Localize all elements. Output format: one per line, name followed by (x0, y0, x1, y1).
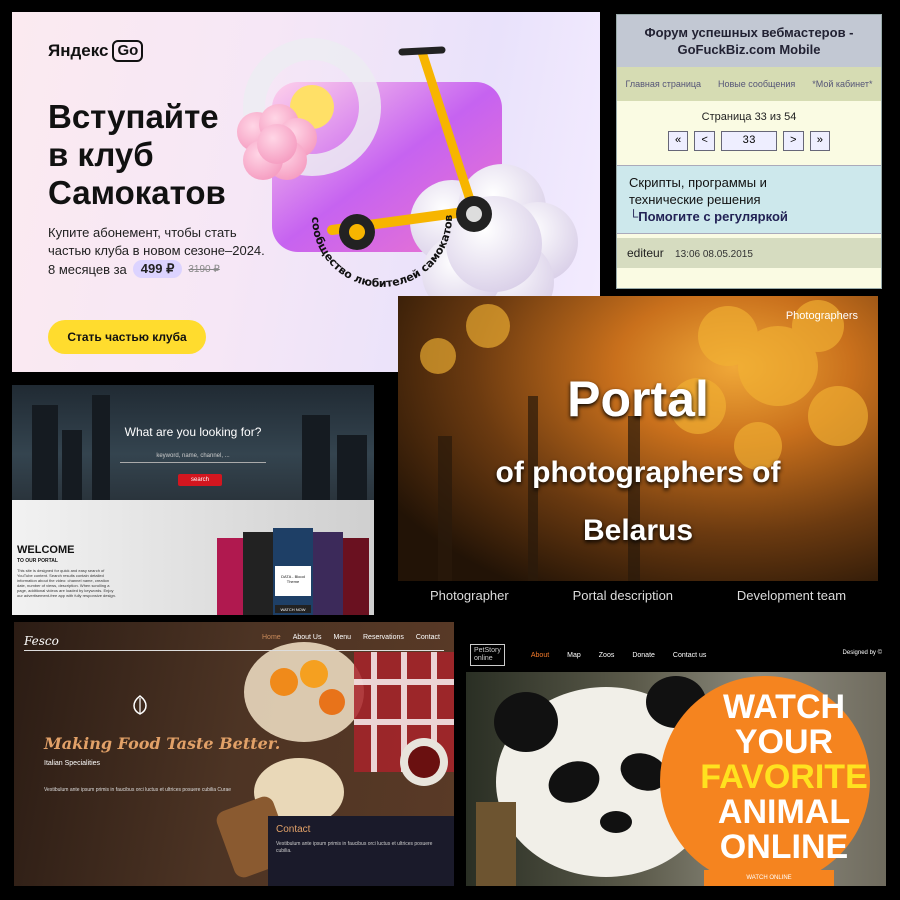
petstory-header: PetStory online About Map Zoos Donate Co… (466, 638, 886, 672)
fesco-nav: Home About Us Menu Reservations Contact (262, 634, 440, 641)
headline-line: ONLINE (719, 828, 849, 866)
video-cards (217, 528, 369, 615)
forum-title-site: GoFuckBiz.com Mobile (677, 42, 821, 57)
wheat-leaf-icon (133, 695, 147, 715)
fesco-logo[interactable]: Fesco (24, 634, 59, 648)
nav-contact-us[interactable]: Contact us (673, 652, 706, 659)
post-header: editeur 13:06 08.05.2015 (617, 238, 881, 268)
nav-home[interactable]: Home (262, 634, 281, 641)
post-author[interactable]: editeur (627, 246, 664, 260)
video-card (313, 532, 343, 615)
nav-development-team[interactable]: Development team (737, 588, 846, 603)
nav-donate[interactable]: Donate (632, 652, 655, 659)
portal-subtitle: of photographers of (495, 456, 781, 489)
photographers-portal: Photographers Portal of photographers of… (398, 296, 878, 612)
join-club-button[interactable]: Стать частью клуба (48, 320, 206, 354)
watch-online-button[interactable]: WATCH ONLINE (704, 870, 834, 886)
pagination: « < 33 > » (617, 131, 881, 151)
portal-title: Portal (567, 371, 709, 427)
nav-my-account-link[interactable]: *Мой кабинет* (812, 79, 872, 89)
petstory-logo[interactable]: PetStory online (470, 644, 505, 666)
forum-topic: Скрипты, программы и технические решения… (617, 165, 881, 234)
nav-zoos[interactable]: Zoos (599, 652, 615, 659)
headline-line: YOUR (734, 723, 834, 761)
fesco-restaurant: Fesco Home About Us Menu Reservations Co… (14, 622, 454, 886)
video-card (243, 532, 273, 615)
contact-box: Contact Vestibulum ante ipsum primis in … (268, 816, 454, 886)
fesco-headline: Making Food Taste Better. (44, 734, 281, 753)
topic-category-cont: технические решения (629, 192, 761, 207)
portal-nav: Photographer Portal description Developm… (398, 588, 878, 603)
photographers-tag[interactable]: Photographers (786, 310, 858, 322)
logo-line: online (474, 655, 493, 662)
nav-reservations[interactable]: Reservations (363, 634, 404, 641)
forum-header: Форум успешных вебмастеров - GoFuckBiz.c… (617, 15, 881, 67)
video-card (217, 538, 243, 615)
search-input[interactable]: keyword, name, channel, ... (120, 449, 266, 463)
topic-link[interactable]: └Помогите с регуляркой (629, 208, 869, 225)
forum-nav: Главная страница Новые сообщения *Мой ка… (617, 67, 881, 101)
yandex-logo-text: Яндекс (48, 41, 109, 60)
nav-new-posts-link[interactable]: Новые сообщения (718, 79, 795, 89)
price-badge: 499 ₽ (132, 260, 183, 278)
prev-page-button[interactable]: < (694, 131, 715, 151)
topic-link-text[interactable]: Помогите с регуляркой (638, 209, 788, 224)
logo-line: PetStory (474, 647, 501, 654)
last-page-button[interactable]: » (809, 131, 831, 151)
nav-map[interactable]: Map (567, 652, 581, 659)
welcome-subtitle: TO OUR PORTAL (17, 558, 58, 564)
video-card (343, 538, 369, 615)
nav-contact[interactable]: Contact (416, 634, 440, 641)
fesco-body: Vestibulum ante ipsum primis in faucibus… (44, 787, 232, 793)
video-card-caption: DATA - Blood Theme (281, 574, 305, 584)
topic-category: Скрипты, программы и (629, 175, 767, 190)
contact-title: Contact (276, 824, 311, 835)
welcome-heading: WELCOME TO OUR PORTAL (17, 545, 74, 567)
headline-line: ANIMAL (717, 793, 851, 831)
fesco-subhead: Italian Specialities (44, 760, 101, 767)
price-prefix: 8 месяцев за (48, 261, 127, 277)
nav-about[interactable]: About (531, 652, 549, 659)
headline-line: WATCH (722, 688, 846, 726)
search-question: What are you looking for? (124, 425, 262, 439)
search-button[interactable]: search (178, 474, 222, 486)
watch-headline: WATCH YOUR FAVORITE ANIMAL ONLINE (694, 690, 874, 865)
designed-by[interactable]: Designed by © (843, 650, 882, 656)
yandex-go-logo[interactable]: Яндекс Go (48, 40, 144, 62)
page-info: Страница 33 из 54 (701, 111, 797, 123)
contact-body: Vestibulum ante ipsum primis in faucibus… (276, 841, 433, 854)
petstory-online: PetStory online About Map Zoos Donate Co… (466, 638, 886, 886)
header-divider (24, 650, 444, 651)
welcome-section: WELCOME TO OUR PORTAL This site is desig… (12, 500, 374, 615)
welcome-title: WELCOME (17, 544, 75, 556)
price-row: 8 месяцев за 499 ₽ 3190 ₽ (48, 260, 220, 278)
watch-now-button[interactable]: WATCH NOW (275, 607, 311, 612)
forum-title: Форум успешных вебмастеров - (644, 25, 854, 40)
go-logo-box: Go (112, 40, 144, 62)
nav-about-us[interactable]: About Us (293, 634, 322, 641)
forum-mobile-screen: Форум успешных вебмастеров - GoFuckBiz.c… (616, 14, 882, 289)
post-time: 13:06 08.05.2015 (675, 249, 753, 260)
portal-country: Belarus (582, 514, 694, 547)
nav-photographer[interactable]: Photographer (430, 588, 509, 603)
welcome-description: This site is designed for quick and easy… (17, 568, 116, 598)
page-select[interactable]: 33 (721, 131, 777, 151)
nav-home-link[interactable]: Главная страница (625, 79, 701, 89)
video-search-portal: What are you looking for? keyword, name,… (12, 385, 374, 615)
first-page-button[interactable]: « (667, 131, 689, 151)
nav-menu[interactable]: Menu (333, 634, 351, 641)
headline-line-highlight: FAVORITE (700, 758, 868, 796)
nav-portal-description[interactable]: Portal description (573, 588, 673, 603)
petstory-nav: About Map Zoos Donate Contact us (531, 652, 707, 659)
next-page-button[interactable]: > (783, 131, 804, 151)
